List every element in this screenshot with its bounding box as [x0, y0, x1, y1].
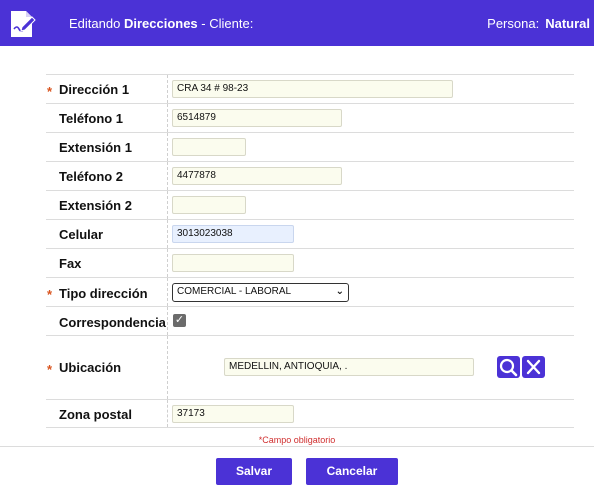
celular-input[interactable]: 3013023038	[172, 225, 294, 243]
label-fax: Fax	[59, 256, 82, 271]
label-tipo-direccion: Tipo dirección	[59, 286, 148, 301]
label-direccion1: Dirección 1	[59, 82, 130, 97]
row-extension1: Extensión 1	[46, 132, 574, 161]
label-telefono1: Teléfono 1	[59, 111, 124, 126]
row-ubicacion: * Ubicación MEDELLIN, ANTIOQUIA, .	[46, 335, 574, 399]
header-bar: Editando Direcciones - Cliente: Persona:…	[0, 0, 594, 46]
label-extension2: Extensión 2	[59, 198, 132, 213]
label-zona-postal: Zona postal	[59, 407, 132, 422]
row-extension2: Extensión 2	[46, 190, 574, 219]
entity-name: Direcciones	[123, 16, 198, 31]
row-telefono1: Teléfono 1 6514879	[46, 103, 574, 132]
magnifier-icon	[499, 358, 518, 377]
checkmark-icon: ✓	[174, 314, 185, 326]
label-telefono2: Teléfono 2	[59, 169, 124, 184]
ubicacion-input[interactable]: MEDELLIN, ANTIOQUIA, .	[224, 358, 474, 376]
row-fax: Fax	[46, 248, 574, 277]
tipo-direccion-select[interactable]: COMERCIAL - LABORAL ⌄	[172, 283, 349, 302]
label-correspondencia: Correspondencia	[59, 315, 166, 330]
zona-postal-input[interactable]: 37173	[172, 405, 294, 423]
address-form: * Dirección 1 CRA 34 # 98-23 Teléfono 1 …	[46, 74, 574, 428]
row-correspondencia: Correspondencia ✓	[46, 306, 574, 335]
required-marker: *	[47, 362, 53, 377]
direccion1-input[interactable]: CRA 34 # 98-23	[172, 80, 453, 98]
header-title: Editando Direcciones - Cliente:	[69, 16, 254, 31]
label-ubicacion: Ubicación	[59, 360, 122, 375]
extension1-input[interactable]	[172, 138, 246, 156]
extension2-input[interactable]	[172, 196, 246, 214]
row-direccion1: * Dirección 1 CRA 34 # 98-23	[46, 74, 574, 103]
label-celular: Celular	[59, 227, 104, 242]
telefono1-input[interactable]: 6514879	[172, 109, 342, 127]
correspondencia-checkbox[interactable]: ✓	[173, 314, 186, 327]
save-button[interactable]: Salvar	[216, 458, 292, 485]
search-location-button[interactable]	[497, 356, 520, 378]
row-celular: Celular 3013023038	[46, 219, 574, 248]
row-telefono2: Teléfono 2 4477878	[46, 161, 574, 190]
persona-indicator: Persona: Natural	[487, 16, 590, 31]
tipo-direccion-value: COMERCIAL - LABORAL	[177, 286, 292, 297]
telefono2-input[interactable]: 4477878	[172, 167, 342, 185]
close-x-icon	[526, 359, 541, 375]
row-tipo-direccion: * Tipo dirección COMERCIAL - LABORAL ⌄	[46, 277, 574, 306]
cancel-button[interactable]: Cancelar	[306, 458, 398, 485]
fax-input[interactable]	[172, 254, 294, 272]
footer-divider	[0, 446, 594, 447]
label-extension1: Extensión 1	[59, 140, 132, 155]
required-marker: *	[47, 84, 53, 99]
chevron-down-icon: ⌄	[335, 286, 344, 297]
row-zona-postal: Zona postal 37173	[46, 399, 574, 428]
edit-document-icon	[11, 11, 36, 37]
required-fields-note: *Campo obligatorio	[258, 435, 336, 445]
required-marker: *	[47, 287, 53, 302]
clear-location-button[interactable]	[522, 356, 545, 378]
